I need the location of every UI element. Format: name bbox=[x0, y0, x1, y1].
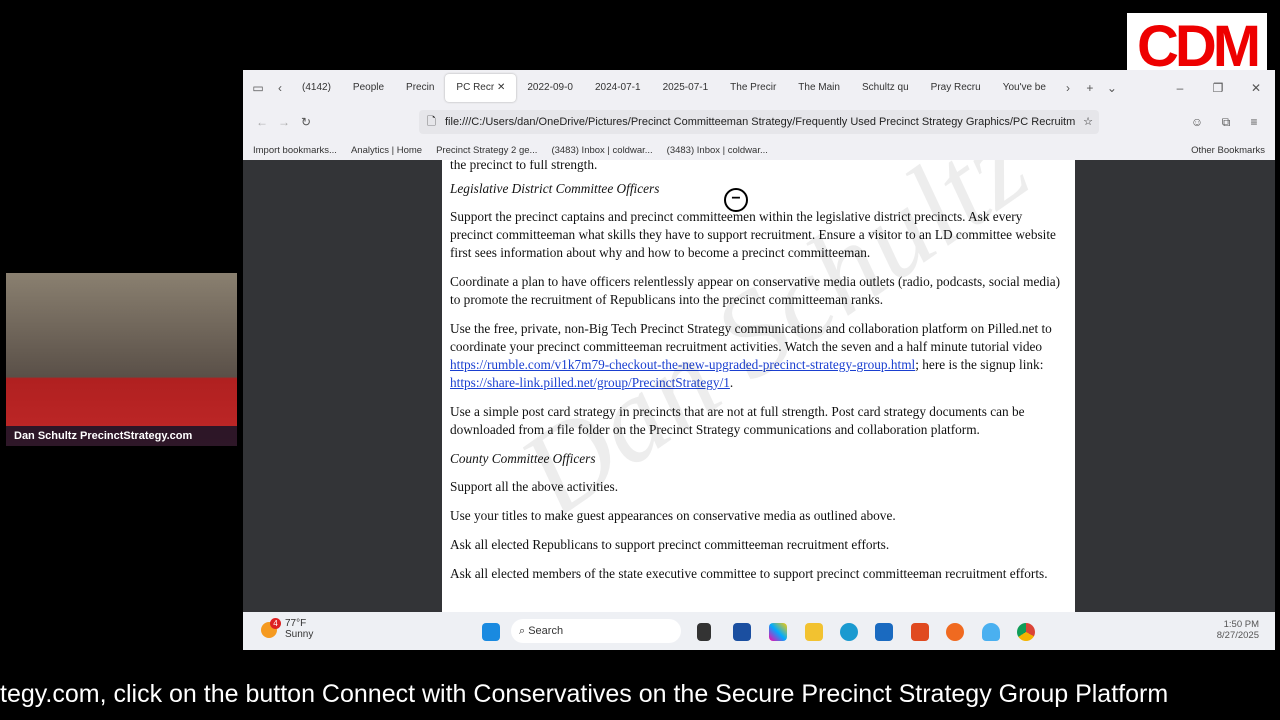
page-icon: 🗋 bbox=[427, 116, 436, 128]
tab[interactable]: Precin bbox=[395, 74, 445, 102]
notification-badge: 4 bbox=[270, 618, 281, 629]
menu-icon[interactable]: ≡ bbox=[1243, 115, 1265, 129]
reload-icon[interactable]: ↻ bbox=[295, 115, 317, 129]
browser-window: ▭ ‹ (4142) People Precin PC Recr ✕ 2022-09-0… bbox=[243, 70, 1275, 650]
new-tab-icon[interactable]: + bbox=[1079, 81, 1101, 95]
tab-label: 2025-07-1 bbox=[662, 82, 709, 93]
bookmarks-bar: Import bookmarks... Analytics | Home Pre… bbox=[243, 140, 1275, 160]
star-icon[interactable]: ☆ bbox=[1083, 110, 1093, 134]
extensions-icon[interactable]: ⧉ bbox=[1215, 115, 1237, 130]
tab-label: 2024-07-1 bbox=[594, 82, 641, 93]
tab-label: The Main bbox=[798, 82, 840, 93]
tab-label: The Precir bbox=[730, 82, 777, 93]
account-icon[interactable]: ☺ bbox=[1186, 115, 1208, 129]
store-icon[interactable] bbox=[733, 623, 751, 641]
bookmark[interactable]: Precinct Strategy 2 ge... bbox=[436, 145, 537, 156]
tab-label: PC Recr bbox=[456, 82, 495, 93]
presenter-label: Dan Schultz PrecinctStrategy.com bbox=[6, 426, 237, 446]
time: 1:50 PM bbox=[1223, 619, 1259, 630]
tab[interactable]: Schultz qu bbox=[851, 74, 920, 102]
tab[interactable]: (4142) bbox=[291, 74, 342, 102]
paragraph: Ask all elected Republicans to support p… bbox=[450, 537, 890, 552]
bookmark[interactable]: (3483) Inbox | coldwar... bbox=[667, 145, 768, 156]
chevron-down-icon[interactable]: ⌄ bbox=[1101, 81, 1123, 95]
weather-temp: 77°F bbox=[285, 618, 307, 629]
bookmark[interactable]: Import bookmarks... bbox=[253, 145, 337, 156]
start-icon[interactable] bbox=[482, 623, 500, 641]
app-icon[interactable] bbox=[697, 623, 711, 641]
tab-bar: ▭ ‹ (4142) People Precin PC Recr ✕ 2022-09-0… bbox=[243, 70, 1275, 106]
url-bar[interactable]: 🗋 file:///C:/Users/dan/OneDrive/Pictures/… bbox=[419, 110, 1099, 134]
tab-label: (4142) bbox=[302, 82, 331, 93]
url-text: file:///C:/Users/dan/OneDrive/Pictures/P… bbox=[445, 116, 1076, 128]
scroll-left-icon[interactable]: ‹ bbox=[269, 81, 291, 95]
tab[interactable]: People bbox=[342, 74, 395, 102]
document-page: Dan Schultz the precinct to full strengt… bbox=[442, 160, 1075, 612]
news-ticker: tegy.com, click on the button Connect wi… bbox=[0, 680, 1169, 708]
pdf-viewer: Dan Schultz the precinct to full strengt… bbox=[243, 160, 1275, 612]
tab[interactable]: The Main bbox=[787, 74, 851, 102]
back-icon[interactable]: ← bbox=[251, 115, 273, 129]
brave-icon[interactable] bbox=[911, 623, 929, 641]
taskbar: 4 77°F Sunny ⌕ Search 1:50 PM 8/27/2025 bbox=[243, 612, 1275, 650]
paragraph: Use your titles to make guest appearance… bbox=[450, 508, 896, 523]
chrome-icon[interactable] bbox=[1017, 623, 1035, 641]
copilot-icon[interactable] bbox=[769, 623, 787, 641]
tab-label: Pray Recru bbox=[930, 82, 981, 93]
tab[interactable]: The Precir bbox=[719, 74, 787, 102]
restore-icon[interactable]: ❐ bbox=[1199, 81, 1237, 95]
clock[interactable]: 1:50 PM 8/27/2025 bbox=[1217, 619, 1259, 641]
tab-list-icon[interactable]: ▭ bbox=[247, 81, 269, 95]
tab-label: People bbox=[352, 82, 385, 93]
firefox-icon[interactable] bbox=[946, 623, 964, 641]
other-bookmarks[interactable]: Other Bookmarks bbox=[1191, 145, 1265, 156]
tab[interactable]: 2024-07-1 bbox=[584, 74, 652, 102]
tab-label: Schultz qu bbox=[861, 82, 909, 93]
file-explorer-icon[interactable] bbox=[805, 623, 823, 641]
tab-label: Precin bbox=[406, 82, 435, 93]
search-label: Search bbox=[528, 625, 564, 637]
date: 8/27/2025 bbox=[1216, 630, 1259, 641]
edge-icon[interactable] bbox=[840, 623, 858, 641]
zoom-out-cursor-icon: − bbox=[724, 188, 748, 212]
tab-label: You've be bbox=[1002, 82, 1046, 93]
tab[interactable]: Pray Recru bbox=[920, 74, 992, 102]
close-tab-icon[interactable]: ✕ bbox=[494, 82, 505, 93]
weather-cond: Sunny bbox=[285, 629, 314, 640]
text: ; here is the signup link: bbox=[915, 357, 1044, 372]
minimize-icon[interactable]: – bbox=[1161, 81, 1199, 95]
paragraph: Ask all elected members of the state exe… bbox=[450, 566, 1048, 581]
forward-icon[interactable]: → bbox=[273, 115, 295, 129]
webcam-overlay: Dan Schultz PrecinctStrategy.com bbox=[6, 273, 237, 446]
onedrive-icon[interactable] bbox=[982, 623, 1000, 641]
scroll-right-icon[interactable]: › bbox=[1057, 81, 1079, 95]
bookmark[interactable]: (3483) Inbox | coldwar... bbox=[551, 145, 652, 156]
weather-widget[interactable]: 4 77°F Sunny bbox=[261, 618, 313, 640]
tab[interactable]: You've be bbox=[992, 74, 1057, 102]
nav-bar: ← → ↻ 🗋 file:///C:/Users/dan/OneDrive/Pic… bbox=[243, 106, 1275, 138]
tab-label: 2022-09-0 bbox=[527, 82, 573, 93]
tab[interactable]: 2025-07-1 bbox=[652, 74, 720, 102]
close-window-icon[interactable]: ✕ bbox=[1237, 81, 1275, 95]
bookmark[interactable]: Analytics | Home bbox=[351, 145, 422, 156]
tab[interactable]: 2022-09-0 bbox=[516, 74, 584, 102]
taskbar-search[interactable]: ⌕ Search bbox=[511, 619, 681, 643]
dell-icon[interactable] bbox=[875, 623, 893, 641]
tab[interactable]: PC Recr ✕ bbox=[445, 74, 517, 102]
